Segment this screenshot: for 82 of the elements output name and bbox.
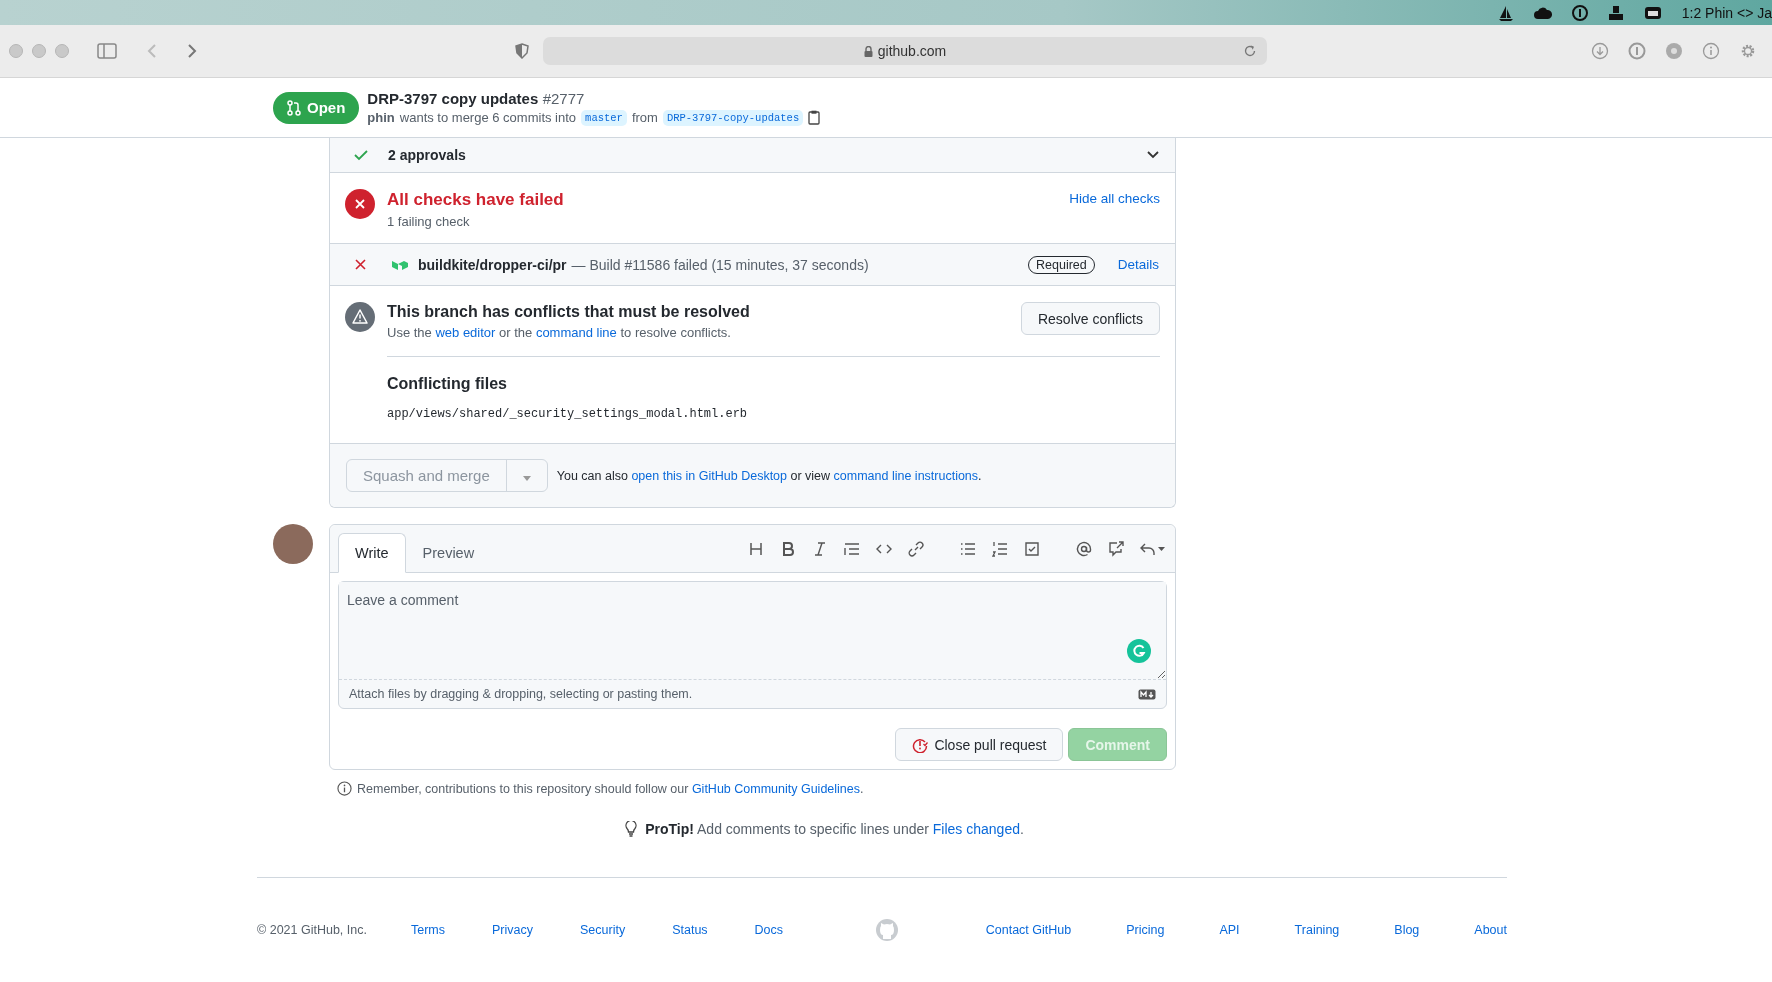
conflicting-files-title: Conflicting files: [387, 375, 508, 393]
bullet-list-icon[interactable]: [960, 540, 976, 557]
cross-reference-icon[interactable]: [1108, 540, 1124, 557]
conflicting-file-path[interactable]: app/views/shared/_security_settings_modal.html.erb: [387, 407, 1160, 421]
checks-status-subtitle: 1 failing check: [387, 214, 471, 229]
caret-icon[interactable]: [1158, 546, 1165, 551]
numbered-list-icon[interactable]: [992, 540, 1008, 557]
shield-icon[interactable]: [515, 43, 529, 59]
editor-tab[interactable]: Preview: [405, 533, 492, 573]
lock-icon: [863, 45, 873, 57]
chevron-icon[interactable]: [1147, 151, 1159, 159]
pr-title: DRP-3797 copy updates: [367, 89, 539, 107]
footer-link[interactable]: Contact GitHub: [985, 923, 1072, 937]
window-icon[interactable]: [1643, 5, 1662, 20]
merge-summary: wants to merge 6 commits into: [399, 110, 577, 125]
reload-icon[interactable]: [1243, 44, 1257, 58]
address-bar[interactable]: github.com: [543, 37, 1267, 65]
from-label: from: [631, 110, 658, 125]
lightbulb-icon: [625, 821, 638, 837]
footer-link[interactable]: Privacy: [492, 923, 533, 937]
footer-link[interactable]: Security: [580, 923, 626, 937]
link-icon[interactable]: [908, 540, 924, 557]
base-branch[interactable]: master: [581, 109, 627, 126]
footer-link[interactable]: Status: [672, 923, 708, 937]
pr-number: #2777: [542, 89, 585, 107]
grammar-assistant-icon[interactable]: [1127, 639, 1151, 663]
guidelines-note: Remember, contributions to this repository should follow our GitHub Community Guidelines.: [357, 781, 864, 796]
password-manager-icon[interactable]: [1571, 4, 1588, 21]
footer-link[interactable]: Terms: [410, 923, 445, 937]
closed-pr-icon: [912, 736, 929, 753]
approvals-label: 2 approvals: [388, 147, 467, 163]
pr-state-badge: Open: [273, 91, 360, 124]
pull-request-icon: [287, 99, 301, 116]
resolve-conflicts-button[interactable]: Resolve conflicts: [1020, 302, 1160, 335]
guidelines-link[interactable]: GitHub Community Guidelines: [691, 781, 860, 796]
check-name: buildkite/dropper-ci/pr: [418, 256, 567, 273]
cloud-icon[interactable]: [1533, 5, 1552, 20]
caret-icon: [522, 476, 531, 481]
warning-icon: [345, 302, 375, 332]
editor-tab[interactable]: Write: [338, 533, 406, 573]
footer-link[interactable]: About: [1474, 923, 1507, 937]
bold-icon[interactable]: [780, 540, 796, 557]
copy-icon[interactable]: [808, 110, 821, 125]
failed-icon: [345, 189, 375, 219]
heading-icon[interactable]: [748, 540, 764, 557]
footer-link[interactable]: API: [1219, 923, 1240, 937]
info-icon[interactable]: [1702, 42, 1720, 60]
sidebar-icon[interactable]: [97, 43, 117, 59]
download-icon[interactable]: [1591, 42, 1609, 60]
merge-note: You can also open this in GitHub Desktop or view command line instructions.: [556, 468, 982, 483]
attach-hint[interactable]: Attach files by dragging & dropping, selecting or pasting them.: [349, 687, 693, 701]
conflicts-title: This branch has conflicts that must be resolved: [387, 303, 751, 321]
comment-field[interactable]: Leave a comment Attach files by dragging & dropping, selecting or pasting them.: [338, 581, 1167, 709]
copyright: © 2021 GitHub, Inc.: [257, 923, 367, 937]
conflicts-message: Use the web editor or the command line to resolve conflicts.: [387, 325, 732, 340]
author-name[interactable]: phin: [367, 110, 395, 125]
head-branch[interactable]: DRP-3797-copy-updates: [662, 109, 804, 126]
protip-text: ProTip! Add comments to specific lines under Files changed.: [645, 821, 1024, 837]
info-icon: [337, 781, 352, 796]
task-list-icon[interactable]: [1024, 540, 1040, 557]
menu-bar-status: 1:2 Phin <> Ja: [1681, 4, 1772, 21]
avatar[interactable]: [273, 524, 313, 564]
hide-checks-link[interactable]: Hide all checks: [1069, 191, 1160, 206]
forward-icon[interactable]: [187, 43, 197, 59]
footer-link[interactable]: Docs: [754, 923, 784, 937]
settings-icon[interactable]: [1739, 42, 1757, 60]
sailboat-icon[interactable]: [1497, 4, 1514, 21]
web-editor-link[interactable]: web editor: [435, 325, 496, 340]
details-link[interactable]: Details: [1117, 257, 1159, 272]
footer-link[interactable]: Blog: [1394, 923, 1420, 937]
close-pull-request-button[interactable]: Close pull request: [895, 728, 1064, 761]
footer-link[interactable]: Pricing: [1126, 923, 1165, 937]
italic-icon[interactable]: [812, 540, 828, 557]
footer-link[interactable]: Training: [1294, 923, 1340, 937]
files-changed-link[interactable]: Files changed: [932, 821, 1020, 837]
quote-icon[interactable]: [844, 540, 860, 557]
check-description: — Build #11586 failed (15 minutes, 37 seconds): [571, 256, 870, 273]
checks-status-title: All checks have failed: [387, 190, 565, 210]
check-icon: [354, 149, 368, 161]
markdown-icon[interactable]: [1138, 688, 1156, 700]
mention-icon[interactable]: [1076, 540, 1092, 557]
command-line-link[interactable]: command line: [535, 325, 617, 340]
